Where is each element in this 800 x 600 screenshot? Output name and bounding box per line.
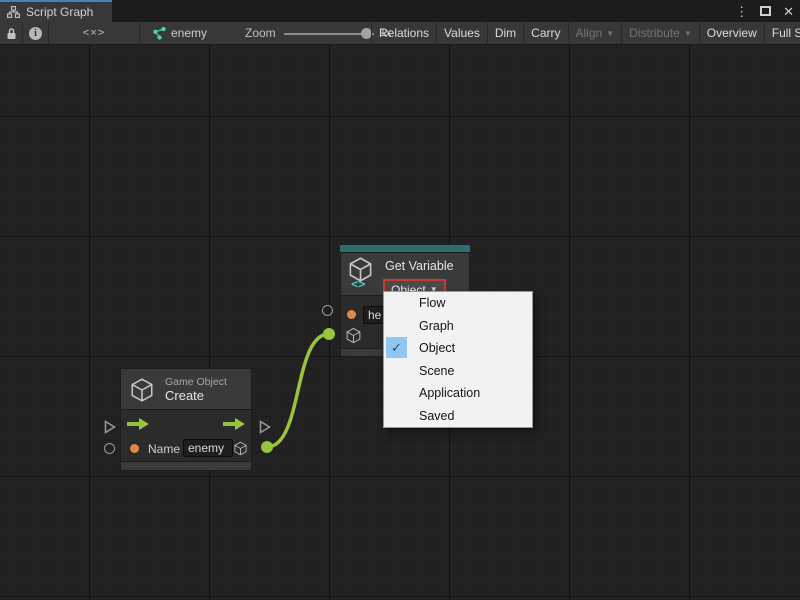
distribute-dropdown-button[interactable]: Distribute ▼	[621, 22, 699, 44]
name-external-port[interactable]	[104, 443, 115, 454]
flow-input-port-triangle[interactable]	[104, 420, 116, 434]
menu-item-application[interactable]: Application	[384, 382, 532, 405]
close-icon[interactable]: ✕	[781, 5, 796, 18]
relations-button[interactable]: Relations	[371, 22, 436, 44]
variable-name-external-port[interactable]	[322, 305, 333, 316]
menu-item-flow[interactable]: Flow	[384, 292, 532, 315]
values-button[interactable]: Values	[436, 22, 487, 44]
maximize-icon[interactable]	[760, 6, 771, 16]
tab-title: Script Graph	[26, 5, 93, 19]
tab-bar: Script Graph ⋮ ✕	[0, 0, 800, 22]
menu-item-scene[interactable]: Scene	[384, 360, 532, 383]
lock-button[interactable]	[0, 22, 23, 44]
dim-button[interactable]: Dim	[487, 22, 523, 44]
flow-input-arrow-icon[interactable]	[127, 418, 149, 430]
variable-name-port[interactable]	[347, 310, 356, 319]
menu-item-saved[interactable]: Saved	[384, 405, 532, 428]
variable-scope-menu: Flow Graph ✓ Object Scene Application Sa…	[383, 291, 533, 428]
flow-output-port-triangle[interactable]	[259, 420, 271, 434]
create-node-header[interactable]: Game Object Create	[120, 368, 252, 410]
node-game-object-create[interactable]: Game Object Create Name	[120, 368, 252, 471]
tab-script-graph[interactable]: Script Graph	[0, 0, 112, 22]
graph-node-icon	[153, 27, 166, 40]
chevron-down-icon: ▼	[606, 29, 614, 38]
node-title: Get Variable	[385, 259, 454, 273]
code-icon: <×>	[83, 27, 105, 39]
chevron-down-icon: ▼	[684, 29, 692, 38]
get-variable-header[interactable]: <> Get Variable Object ▼	[340, 252, 470, 296]
object-target-icon[interactable]	[345, 327, 362, 344]
param-label: Name	[148, 442, 180, 456]
code-brackets-icon: <>	[351, 277, 365, 291]
graph-toolbar: i <×> enemy Zoom 1x Re	[0, 22, 800, 45]
graph-name: enemy	[171, 26, 207, 40]
info-icon: i	[29, 27, 42, 40]
name-value-input[interactable]	[183, 439, 233, 457]
inspect-button[interactable]: i	[23, 22, 49, 44]
carry-button[interactable]: Carry	[523, 22, 567, 44]
script-graph-window: Game Object Create Name	[0, 0, 800, 600]
game-object-cube-icon	[129, 377, 155, 403]
graph-breadcrumb[interactable]: enemy	[140, 22, 220, 44]
menu-item-object[interactable]: ✓ Object	[384, 337, 532, 360]
name-input-port[interactable]	[130, 444, 139, 453]
zoom-label: Zoom	[245, 26, 276, 40]
window-menu-icon[interactable]: ⋮	[733, 5, 750, 18]
node-accent-bar	[340, 245, 470, 252]
align-dropdown-button[interactable]: Align ▼	[568, 22, 622, 44]
full-screen-button[interactable]: Full Screen	[764, 22, 800, 44]
game-object-output-icon[interactable]	[233, 441, 248, 456]
menu-item-graph[interactable]: Graph	[384, 315, 532, 338]
overview-button[interactable]: Overview	[699, 22, 764, 44]
flow-output-arrow-icon[interactable]	[223, 418, 245, 430]
create-node-footer	[120, 462, 252, 471]
checkmark-icon: ✓	[386, 337, 407, 358]
node-title: Create	[165, 388, 204, 403]
lock-icon	[6, 27, 17, 40]
edit-code-button[interactable]: <×>	[49, 22, 140, 44]
zoom-slider[interactable]	[284, 22, 374, 45]
graph-hierarchy-icon	[7, 6, 20, 18]
node-category-label: Game Object	[165, 376, 227, 388]
